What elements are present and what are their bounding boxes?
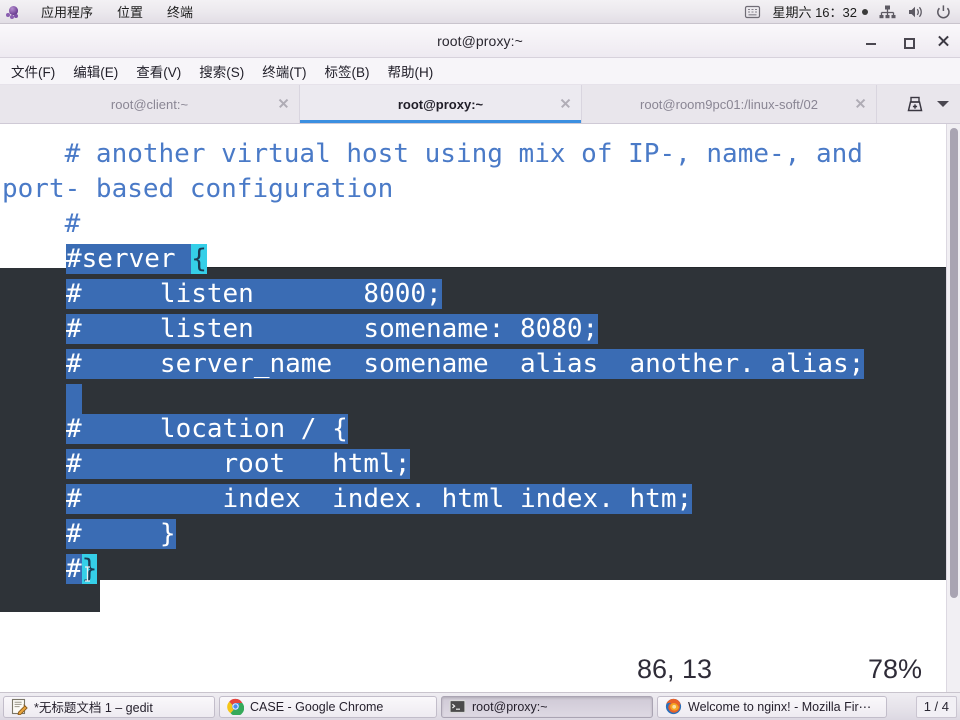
menu-file[interactable]: 文件(F) xyxy=(8,59,58,83)
terminal-menubar: 文件(F) 编辑(E) 查看(V) 搜索(S) 终端(T) 标签(B) 帮助(H… xyxy=(0,58,960,85)
tab-close-icon[interactable] xyxy=(855,99,866,110)
taskbar-item-terminal[interactable]: root@proxy:~ xyxy=(441,695,653,718)
firefox-icon xyxy=(665,698,682,715)
code-line-5-selected-text: # listen 8000; xyxy=(66,279,442,309)
chrome-icon xyxy=(227,698,245,716)
keyboard-indicator-icon[interactable] xyxy=(744,4,761,20)
panel-menu-group: 应用程序 位置 终端 xyxy=(0,1,197,22)
tab-label: root@proxy:~ xyxy=(397,96,484,112)
code-line-8-selected-text: # location / { xyxy=(66,414,348,444)
code-line-1: # another virtual host using mix of IP-,… xyxy=(0,137,960,172)
taskbar-item-gedit[interactable]: *无标题文档 1 – gedit xyxy=(3,695,215,718)
taskbar-item-firefox[interactable]: Welcome to nginx! - Mozilla Fir⋯ xyxy=(657,695,887,718)
vim-status-line: 86, 13 78% xyxy=(0,646,946,692)
gnome-foot-icon xyxy=(6,4,21,19)
gedit-icon xyxy=(11,698,28,716)
window-titlebar[interactable]: root@proxy:~ xyxy=(0,24,960,58)
terminal-window: root@proxy:~ 文件(F) 编辑(E) 查看(V) 搜索(S) 终端(… xyxy=(0,24,960,692)
close-icon[interactable] xyxy=(936,34,950,48)
taskbar-item-label: Welcome to nginx! - Mozilla Fir⋯ xyxy=(688,700,872,714)
tab-close-icon[interactable] xyxy=(560,99,571,110)
terminal-content-area[interactable]: # another virtual host using mix of IP-,… xyxy=(0,124,960,692)
menu-view[interactable]: 查看(V) xyxy=(133,59,184,83)
menu-terminal[interactable]: 终端(T) xyxy=(259,59,309,83)
window-controls xyxy=(864,24,950,58)
taskbar-item-chrome[interactable]: CASE - Google Chrome xyxy=(219,695,437,718)
nginx-config-text: # another virtual host using mix of IP-,… xyxy=(0,124,960,692)
scroll-percent-indicator: 78% xyxy=(868,653,923,684)
minimize-icon[interactable] xyxy=(864,34,878,48)
terminal-cursor-block: { xyxy=(191,244,207,274)
tab-root-client[interactable]: root@client:~ xyxy=(0,85,300,123)
chevron-down-icon[interactable] xyxy=(937,101,949,107)
code-line-11-selected-text: # } xyxy=(66,519,176,549)
cursor-position-indicator: 86, 13 xyxy=(637,653,713,684)
code-line-2-text: port- based configuration xyxy=(2,174,394,204)
code-line-7: # server_name somename alias another. al… xyxy=(66,347,960,382)
maximize-icon[interactable] xyxy=(900,34,915,49)
code-line-10: # index index. html index. htm; xyxy=(66,482,960,517)
panel-status-area: 星期六 16：32 xyxy=(744,2,960,21)
code-line-12: #} xyxy=(66,552,960,587)
terminal-scrollbar[interactable] xyxy=(946,124,960,692)
clock-text: 星期六 16：32 xyxy=(772,5,857,20)
network-wired-icon[interactable] xyxy=(879,4,896,20)
code-line-2: port- based configuration xyxy=(0,172,960,207)
new-tab-icon[interactable] xyxy=(906,96,924,113)
tab-root-room9pc01[interactable]: root@room9pc01:/linux-soft/02 xyxy=(582,85,877,123)
menu-help[interactable]: 帮助(H) xyxy=(385,59,437,83)
panel-menu-applications[interactable]: 应用程序 xyxy=(37,1,97,22)
workspace-indicator-label: 1 / 4 xyxy=(923,699,949,714)
terminal-scrollbar-thumb[interactable] xyxy=(950,128,958,598)
power-button-icon[interactable] xyxy=(935,4,952,20)
code-line-7-selected-text: # server_name somename alias another. al… xyxy=(66,349,865,379)
recording-dot-icon xyxy=(862,8,868,15)
code-line-5: # listen 8000; xyxy=(66,277,960,312)
workspace-indicator[interactable]: 1 / 4 xyxy=(915,695,957,718)
code-line-10-selected-text: # index index. html index. htm; xyxy=(66,484,693,514)
desktop-top-panel: 应用程序 位置 终端 星期六 16：32 xyxy=(0,0,960,24)
tab-root-proxy[interactable]: root@proxy:~ xyxy=(300,85,582,123)
code-line-4-selected-text: #server xyxy=(66,244,192,274)
code-line-11: # } xyxy=(66,517,960,552)
code-line-6: # listen somename: 8080; xyxy=(66,312,960,347)
code-line-9: # root html; xyxy=(66,447,960,482)
menu-search[interactable]: 搜索(S) xyxy=(196,59,247,83)
code-line-12-selected-text: # xyxy=(66,554,82,584)
window-title: root@proxy:~ xyxy=(437,32,523,49)
code-line-3-text: # xyxy=(2,209,81,239)
code-line-blank-selected xyxy=(66,384,82,414)
panel-menu-terminal[interactable]: 终端 xyxy=(163,1,197,22)
code-line-4: #server { xyxy=(66,242,960,277)
terminal-icon xyxy=(449,698,466,715)
tabstrip-tools xyxy=(895,85,960,123)
tab-label: root@room9pc01:/linux-soft/02 xyxy=(640,96,818,112)
desktop-taskbar: *无标题文档 1 – gedit CASE - Google Chrome ro… xyxy=(0,692,960,720)
tab-label: root@client:~ xyxy=(110,96,189,112)
code-line-3: # xyxy=(0,207,960,242)
code-line-6-selected-text: # listen somename: 8080; xyxy=(66,314,599,344)
panel-clock[interactable]: 星期六 16：32 xyxy=(772,2,868,21)
code-line-9-selected-text: # root html; xyxy=(66,449,411,479)
taskbar-item-label: *无标题文档 1 – gedit xyxy=(34,701,153,715)
code-line-8: # location / { xyxy=(66,412,960,447)
panel-menu-places[interactable]: 位置 xyxy=(113,1,147,22)
code-line-1-text: # another virtual host using mix of IP-,… xyxy=(2,139,863,169)
menu-tabs[interactable]: 标签(B) xyxy=(322,59,373,83)
taskbar-item-label: CASE - Google Chrome xyxy=(250,699,384,714)
taskbar-item-label: root@proxy:~ xyxy=(472,699,548,714)
volume-speaker-icon[interactable] xyxy=(907,4,924,20)
terminal-tabstrip: root@client:~ root@proxy:~ root@room9pc0… xyxy=(0,85,960,124)
text-ibeam-cursor xyxy=(84,565,91,583)
tab-close-icon[interactable] xyxy=(278,99,289,110)
menu-edit[interactable]: 编辑(E) xyxy=(70,59,121,83)
